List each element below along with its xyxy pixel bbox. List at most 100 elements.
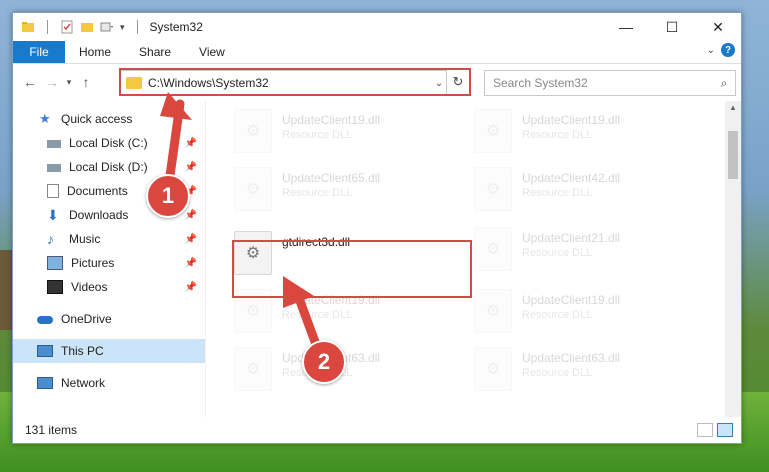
status-bar: 131 items <box>13 417 741 443</box>
file-item[interactable]: ⚙ UpdateClient19.dll Resource DLL <box>474 109 694 153</box>
search-input[interactable]: Search System32 <box>485 76 713 90</box>
file-type: Resource DLL <box>282 309 353 321</box>
dll-file-icon: ⚙ <box>234 167 272 211</box>
folder-icon <box>22 22 34 32</box>
view-switcher <box>697 423 733 437</box>
customize-icon[interactable] <box>100 20 114 34</box>
sidebar-item-quick-access[interactable]: ★ Quick access <box>13 107 205 131</box>
pin-icon[interactable]: 📌 <box>185 210 197 221</box>
sidebar-item-label: Network <box>61 376 106 390</box>
navigation-bar: ← → ▾ ↑ C:\Windows\System32 ⌄ ↻ Search S… <box>13 64 741 100</box>
file-item[interactable]: ⚙ UpdateClient63.dll Resource DLL <box>474 347 694 391</box>
dll-file-icon: ⚙ <box>234 347 272 391</box>
quick-access-toolbar: ▾ System32 <box>13 20 203 34</box>
toolbar-dropdown-icon[interactable]: ▾ <box>120 22 125 33</box>
pin-icon[interactable]: 📌 <box>185 162 197 173</box>
dll-file-icon: ⚙ <box>474 227 512 271</box>
dll-file-icon: ⚙ <box>474 289 512 333</box>
divider <box>47 20 48 34</box>
file-name: UpdateClient19.dll <box>282 113 381 127</box>
window-controls: — ☐ ✕ <box>603 13 741 41</box>
sidebar-item-label: OneDrive <box>61 312 112 326</box>
computer-icon <box>37 345 53 357</box>
file-type: Resource DLL <box>282 187 353 199</box>
window-title: System32 <box>149 20 203 34</box>
network-icon <box>37 377 53 389</box>
forward-arrow-icon[interactable]: → <box>41 74 63 90</box>
step-1-badge: 1 <box>146 174 190 218</box>
large-icons-view-icon[interactable] <box>717 423 733 437</box>
dll-file-icon: ⚙ <box>474 167 512 211</box>
drive-icon <box>47 164 61 172</box>
pictures-icon <box>47 256 63 270</box>
file-item[interactable]: ⚙ UpdateClient19.dll Resource DLL <box>474 289 694 333</box>
file-item[interactable]: ⚙ UpdateClient65.dll Resource DLL <box>234 167 454 211</box>
step-2-badge: 2 <box>302 340 346 384</box>
dll-file-icon: ⚙ <box>474 347 512 391</box>
sidebar-item-onedrive[interactable]: OneDrive <box>13 307 205 331</box>
sidebar-item-label: This PC <box>61 344 104 358</box>
tab-share[interactable]: Share <box>125 45 185 59</box>
sidebar-item-network[interactable]: Network <box>13 371 205 395</box>
scrollbar-thumb[interactable] <box>728 131 738 179</box>
sidebar-item-pictures[interactable]: Pictures 📌 <box>13 251 205 275</box>
details-view-icon[interactable] <box>697 423 713 437</box>
star-icon: ★ <box>39 111 51 126</box>
file-type: Resource DLL <box>522 367 593 379</box>
music-icon: ♪ <box>47 231 54 247</box>
sidebar-item-label: Local Disk (D:) <box>69 160 148 174</box>
dll-file-icon: ⚙ <box>234 109 272 153</box>
sidebar-item-label: Local Disk (C:) <box>69 136 148 150</box>
file-highlight-box <box>232 240 472 298</box>
file-item[interactable]: ⚙ UpdateClient19.dll Resource DLL <box>234 109 454 153</box>
videos-icon <box>47 280 63 294</box>
ribbon-tabs: File Home Share View ⌄ ? <box>13 41 741 64</box>
tab-home[interactable]: Home <box>65 45 125 59</box>
pin-icon[interactable]: 📌 <box>185 234 197 245</box>
pin-icon[interactable]: 📌 <box>185 258 197 269</box>
scroll-up-icon[interactable]: ▲ <box>725 103 741 112</box>
sidebar-item-music[interactable]: ♪ Music 📌 <box>13 227 205 251</box>
file-name: UpdateClient63.dll <box>522 351 621 365</box>
recent-dropdown-icon[interactable]: ▾ <box>63 77 75 88</box>
search-box[interactable]: Search System32 ⌕ <box>484 70 736 96</box>
maximize-button[interactable]: ☐ <box>649 13 695 41</box>
pin-icon[interactable]: 📌 <box>185 282 197 293</box>
file-type: Resource DLL <box>522 187 593 199</box>
cloud-icon <box>37 316 53 324</box>
sidebar-item-local-disk-c[interactable]: Local Disk (C:) 📌 <box>13 131 205 155</box>
expand-ribbon-icon[interactable]: ⌄ <box>707 45 715 56</box>
tab-file[interactable]: File <box>13 41 65 63</box>
sidebar-item-label: Pictures <box>71 256 115 270</box>
properties-icon[interactable] <box>60 20 74 34</box>
file-type: Resource DLL <box>522 129 593 141</box>
file-name: UpdateClient19.dll <box>522 113 621 127</box>
help-icon[interactable]: ? <box>721 43 735 57</box>
minimize-button[interactable]: — <box>603 13 649 41</box>
sidebar-item-label: Quick access <box>61 112 133 126</box>
dll-file-icon: ⚙ <box>474 109 512 153</box>
download-icon: ⬇ <box>47 207 59 223</box>
up-arrow-icon[interactable]: ↑ <box>75 74 97 90</box>
pin-icon[interactable]: 📌 <box>185 138 197 149</box>
navigation-pane: ★ Quick access Local Disk (C:) 📌 Local D… <box>13 101 205 417</box>
new-folder-icon[interactable] <box>80 20 94 34</box>
drive-icon <box>47 140 61 148</box>
file-item[interactable]: ⚙ UpdateClient42.dll Resource DLL <box>474 167 694 211</box>
file-name: UpdateClient42.dll <box>522 171 621 185</box>
file-type: Resource DLL <box>522 247 593 259</box>
sidebar-item-videos[interactable]: Videos 📌 <box>13 275 205 299</box>
back-arrow-icon[interactable]: ← <box>19 74 41 90</box>
close-button[interactable]: ✕ <box>695 13 741 41</box>
file-item[interactable]: ⚙ UpdateClient21.dll Resource DLL <box>474 227 694 271</box>
vertical-scrollbar[interactable]: ▲ <box>725 101 741 417</box>
file-type: Resource DLL <box>522 309 593 321</box>
address-highlight-box <box>119 68 471 96</box>
sidebar-item-label: Videos <box>71 280 108 294</box>
tab-view[interactable]: View <box>185 45 239 59</box>
item-count: 131 items <box>25 423 78 437</box>
sidebar-item-this-pc[interactable]: This PC <box>13 339 205 363</box>
sidebar-item-label: Downloads <box>69 208 129 222</box>
